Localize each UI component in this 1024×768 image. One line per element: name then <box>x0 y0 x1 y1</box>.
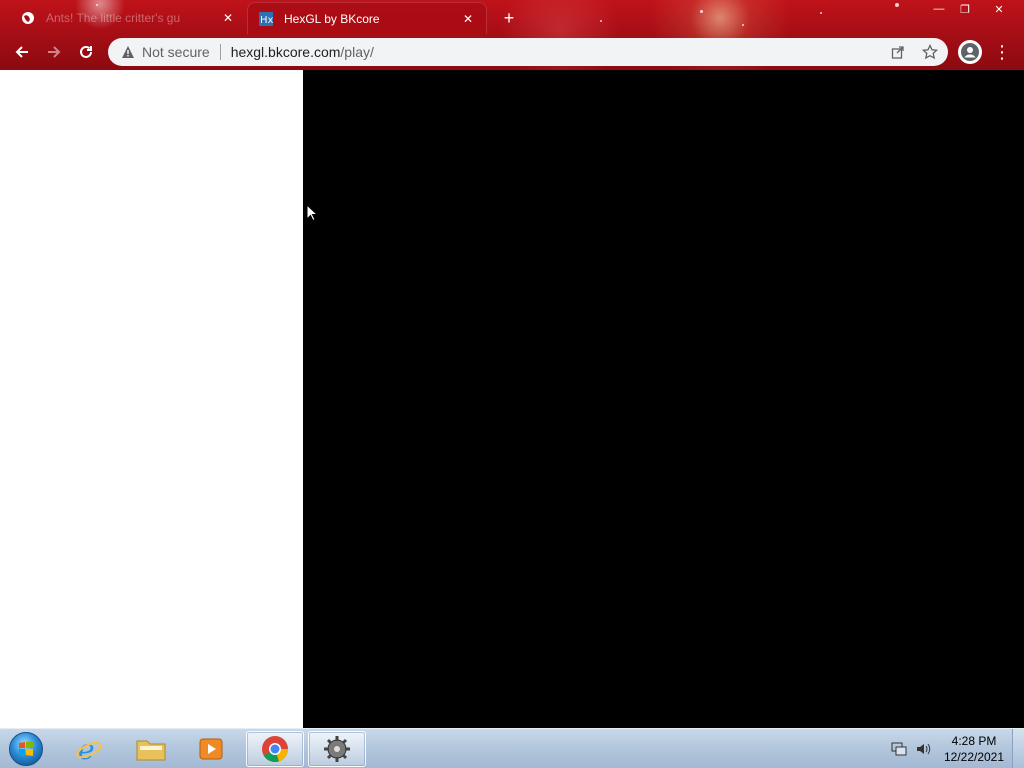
reload-button[interactable] <box>74 40 98 64</box>
reload-icon <box>80 45 92 58</box>
tab-ants[interactable]: Ants! The little critter's gu ✕ <box>10 2 246 34</box>
browser-chrome: Ants! The little critter's gu ✕ Hx HexGL… <box>0 0 1024 70</box>
globe-icon <box>20 10 36 26</box>
left-blank-panel <box>0 70 303 728</box>
ie-icon: e <box>76 734 102 764</box>
windows-logo-icon <box>9 732 43 766</box>
tab-title: Ants! The little critter's gu <box>46 11 181 25</box>
clock-date: 12/22/2021 <box>943 750 1005 764</box>
mouse-cursor-icon <box>306 203 319 222</box>
network-icon[interactable] <box>890 740 908 758</box>
system-tray <box>884 729 932 768</box>
chrome-icon <box>262 736 289 763</box>
taskbar-chrome[interactable] <box>246 731 304 767</box>
address-bar[interactable]: Not secure hexgl.bkcore.com /play/ <box>108 38 948 66</box>
new-tab-button[interactable]: + <box>498 7 520 29</box>
taskbar-file-explorer[interactable] <box>122 731 180 767</box>
media-player-icon <box>199 738 223 760</box>
restore-button[interactable]: ❐ <box>950 0 980 18</box>
close-window-button[interactable]: ✕ <box>984 0 1014 18</box>
profile-avatar-icon[interactable] <box>958 40 982 64</box>
bookmark-star-icon[interactable] <box>922 44 938 60</box>
arrow-left-icon <box>15 46 28 58</box>
svg-text:Hx: Hx <box>260 15 274 26</box>
taskbar-hexgl-app[interactable] <box>308 731 366 767</box>
forward-button[interactable] <box>42 40 66 64</box>
clock-time: 4:28 PM <box>951 734 997 748</box>
tab-hexgl[interactable]: Hx HexGL by BKcore ✕ <box>247 2 487 34</box>
warning-icon[interactable] <box>120 44 136 60</box>
share-icon[interactable] <box>890 44 906 60</box>
browser-menu-icon[interactable]: ⋮ <box>993 40 1011 64</box>
taskbar-internet-explorer[interactable]: e <box>60 731 118 767</box>
close-tab-icon[interactable]: ✕ <box>220 10 236 26</box>
url-path[interactable]: /play/ <box>340 44 373 60</box>
arrow-right-icon <box>48 46 61 58</box>
hexgl-icon: Hx <box>258 11 274 27</box>
security-status[interactable]: Not secure <box>142 44 210 60</box>
start-button[interactable] <box>6 731 46 767</box>
divider <box>219 44 221 60</box>
close-tab-icon[interactable]: ✕ <box>460 11 476 27</box>
folder-icon <box>136 740 166 761</box>
volume-icon[interactable] <box>914 740 932 758</box>
back-button[interactable] <box>10 40 34 64</box>
page-viewport <box>0 70 1024 728</box>
taskbar: e 4:28 PM 12/22/2021 <box>0 728 1024 768</box>
system-clock[interactable]: 4:28 PM 12/22/2021 <box>938 733 1010 765</box>
url-host[interactable]: hexgl.bkcore.com <box>231 44 341 60</box>
tab-title: HexGL by BKcore <box>284 11 380 26</box>
show-desktop-button[interactable] <box>1012 729 1024 768</box>
taskbar-media-player[interactable] <box>182 731 240 767</box>
hexgl-game-canvas[interactable] <box>303 70 1024 728</box>
gear-icon <box>324 736 350 762</box>
